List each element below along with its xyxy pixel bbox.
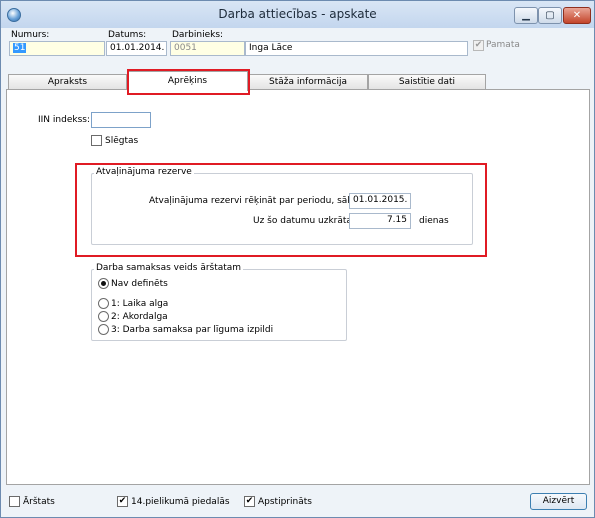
- title-bar[interactable]: Darba attiecības - apskate ▁ ▢ ✕: [1, 1, 594, 28]
- minimize-icon: ▁: [522, 10, 530, 21]
- reserve-period-label: Atvaļinājuma rezervi rēķināt par periodu…: [149, 196, 379, 206]
- reserve-accrued-label: Uz šo datumu uzkrātas:: [253, 216, 360, 226]
- window-title: Darba attiecības - apskate: [218, 7, 377, 21]
- darbinieks-code-field[interactable]: 0051: [170, 41, 245, 56]
- slegtas-checkbox[interactable]: [91, 135, 102, 146]
- datums-label: Datums:: [108, 30, 147, 40]
- tab-saistitie-dati[interactable]: Saistītie dati: [368, 74, 486, 89]
- close-window-button[interactable]: ✕: [563, 7, 591, 24]
- apstiprinats-checkbox[interactable]: ✔: [244, 496, 255, 507]
- maximize-button[interactable]: ▢: [538, 7, 562, 24]
- pielikums-label: 14.pielikumā piedalās: [131, 497, 230, 507]
- wage-option-laika-alga-radio[interactable]: [98, 298, 109, 309]
- maximize-icon: ▢: [545, 10, 555, 21]
- iin-input[interactable]: [91, 112, 151, 128]
- numurs-label: Numurs:: [11, 30, 50, 40]
- pamata-checkbox[interactable]: ✔: [473, 40, 484, 51]
- wage-option-akordalga-radio[interactable]: [98, 311, 109, 322]
- darbinieks-name-field: Inga Lāce: [245, 41, 468, 56]
- close-icon: ✕: [572, 10, 582, 21]
- arstats-checkbox[interactable]: [9, 496, 20, 507]
- tab-apraksts[interactable]: Apraksts: [8, 74, 127, 89]
- iin-label: IIN indekss:: [38, 115, 90, 125]
- reserve-highlight-box: [75, 163, 487, 257]
- reserve-period-field[interactable]: 01.01.2015.: [349, 193, 411, 209]
- check-icon: ✔: [245, 496, 254, 506]
- wage-option-akordalga-label: 2: Akordalga: [111, 312, 168, 322]
- dialog-window: Darba attiecības - apskate ▁ ▢ ✕ Numurs:…: [0, 0, 595, 518]
- darbinieks-label: Darbinieks:: [172, 30, 224, 40]
- close-button[interactable]: Aizvērt: [530, 493, 587, 510]
- datums-field[interactable]: 01.01.2014.: [106, 41, 167, 56]
- reserve-accrued-unit: dienas: [419, 216, 449, 226]
- wage-option-nav-definets-radio[interactable]: [98, 278, 109, 289]
- wage-option-laika-alga-label: 1: Laika alga: [111, 299, 169, 309]
- apstiprinats-label: Apstiprināts: [258, 497, 312, 507]
- wage-option-liguma-izpilde-label: 3: Darba samaksa par līguma izpildi: [111, 325, 274, 335]
- arstats-label: Ārštats: [23, 497, 55, 507]
- numurs-field[interactable]: 51: [9, 41, 105, 56]
- pamata-label: Pamata: [486, 40, 520, 50]
- pielikums-checkbox[interactable]: ✔: [117, 496, 128, 507]
- wage-type-group-title: Darba samaksas veids ārštatam: [94, 263, 244, 273]
- wage-option-liguma-izpilde-radio[interactable]: [98, 324, 109, 335]
- minimize-button[interactable]: ▁: [514, 7, 538, 24]
- wage-option-nav-definets-label: Nav definēts: [111, 279, 168, 289]
- tab-highlight-box: [127, 69, 250, 95]
- slegtas-label: Slēgtas: [105, 136, 139, 146]
- reserve-accrued-field[interactable]: 7.15: [349, 213, 411, 229]
- check-icon: ✔: [474, 40, 483, 50]
- check-icon: ✔: [118, 496, 127, 506]
- numurs-value: 51: [13, 43, 27, 53]
- tab-staza-informacija[interactable]: Stāža informācija: [248, 74, 368, 89]
